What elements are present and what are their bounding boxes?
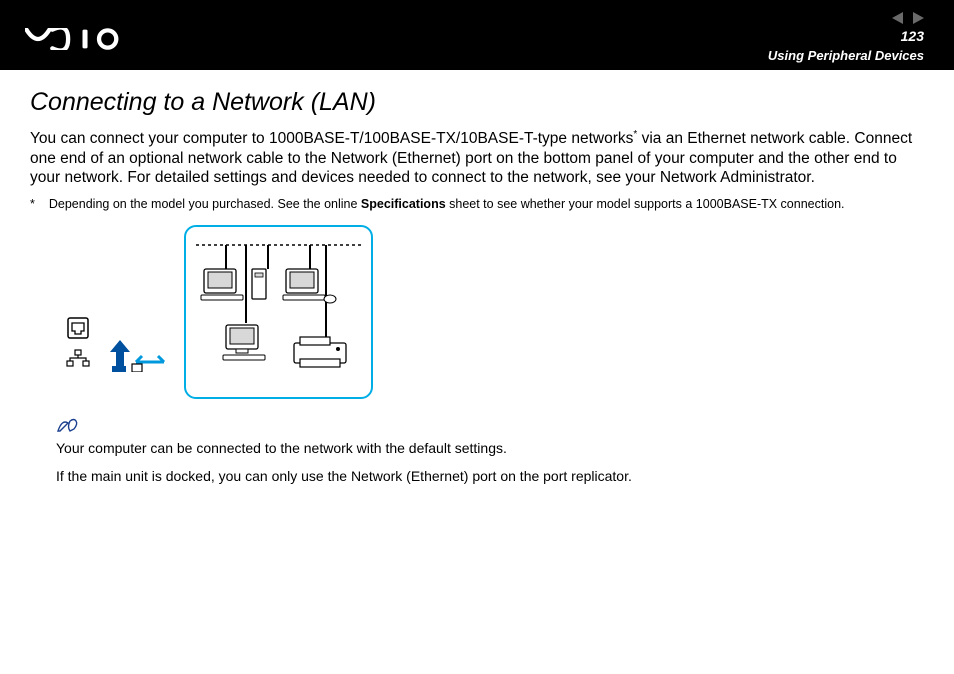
page-content: Connecting to a Network (LAN) You can co… <box>0 70 954 399</box>
note-line-1: Your computer can be connected to the ne… <box>56 440 954 456</box>
vaio-logo <box>25 28 140 50</box>
connection-icons <box>66 317 90 367</box>
nav-arrows <box>892 12 924 24</box>
ethernet-port-icon <box>67 317 89 339</box>
next-page-arrow[interactable] <box>913 12 924 24</box>
network-diagram <box>66 225 924 399</box>
footnote: * Depending on the model you purchased. … <box>30 197 924 211</box>
section-label: Using Peripheral Devices <box>768 48 924 63</box>
network-tree-icon <box>66 349 90 367</box>
header-bar: 123 Using Peripheral Devices <box>0 0 954 70</box>
page-number: 123 <box>901 28 924 44</box>
intro-paragraph: You can connect your computer to 1000BAS… <box>30 129 924 187</box>
intro-part-a: You can connect your computer to 1000BAS… <box>30 130 633 147</box>
footnote-star: * <box>30 197 35 211</box>
connect-arrow-icon <box>108 330 166 372</box>
page-title: Connecting to a Network (LAN) <box>30 88 924 117</box>
footnote-text: Depending on the model you purchased. Se… <box>49 197 845 211</box>
prev-page-arrow[interactable] <box>892 12 903 24</box>
note-icon <box>56 417 954 438</box>
note-line-2: If the main unit is docked, you can only… <box>56 468 954 484</box>
notes-block: Your computer can be connected to the ne… <box>30 417 954 484</box>
lan-illustration <box>184 225 373 399</box>
